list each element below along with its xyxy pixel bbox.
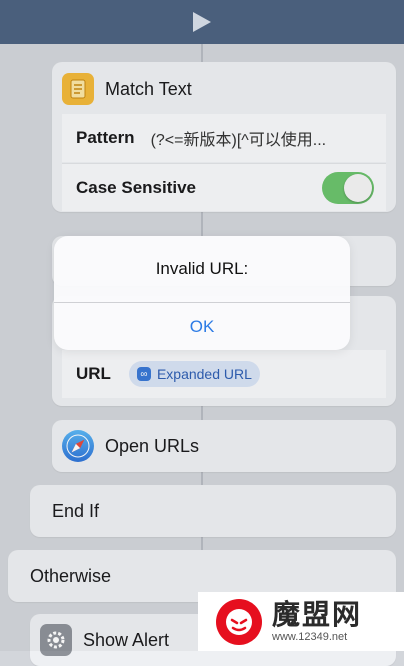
play-icon[interactable] (193, 12, 211, 32)
ok-button[interactable]: OK (54, 303, 350, 350)
alert-title: Invalid URL: (155, 259, 249, 278)
alert-dialog: Invalid URL: OK (54, 236, 350, 350)
watermark: 魔盟网 www.12349.net (198, 592, 404, 651)
watermark-text: 魔盟网 www.12349.net (272, 598, 363, 644)
top-toolbar (0, 0, 404, 44)
watermark-url: www.12349.net (272, 630, 348, 643)
watermark-logo (216, 598, 262, 645)
watermark-name: 魔盟网 (272, 598, 363, 630)
